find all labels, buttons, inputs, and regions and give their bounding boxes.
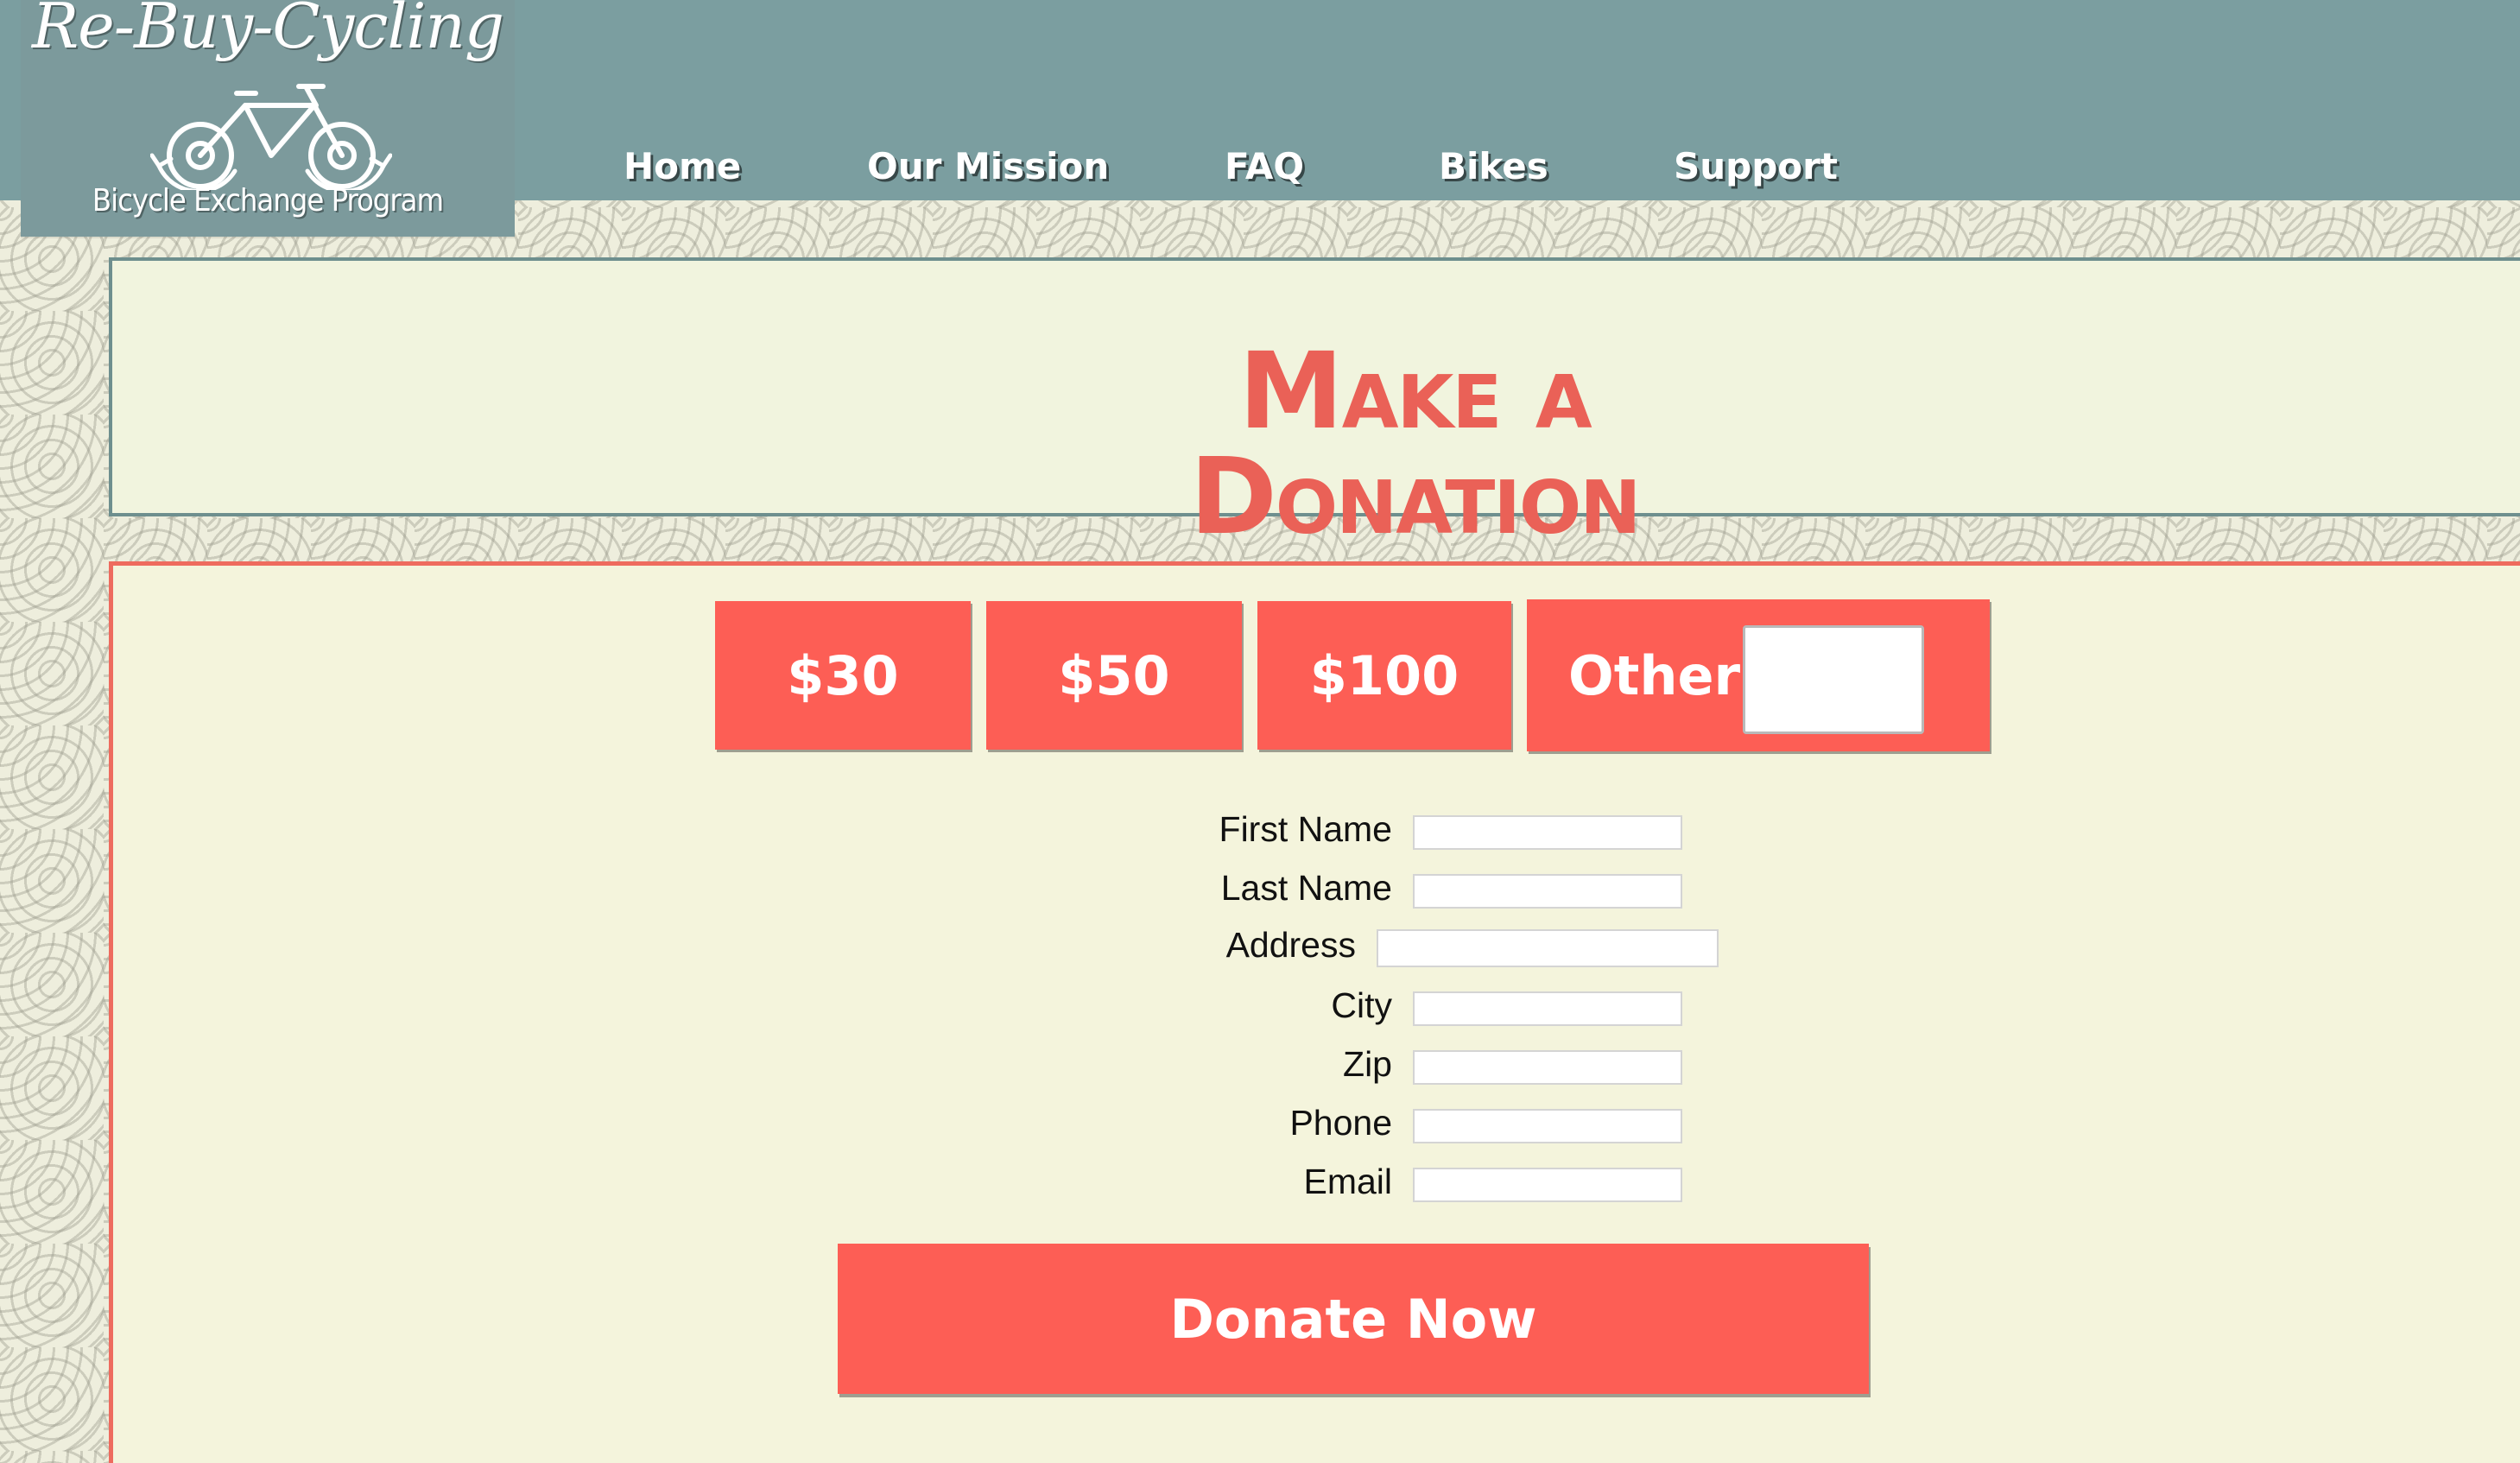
email-label: Email — [1303, 1162, 1392, 1201]
logo-subtitle: Bicycle Exchange Program — [92, 183, 444, 218]
nav-item-support[interactable]: Support — [1674, 145, 1838, 187]
first-name-label: First Name — [1219, 809, 1392, 849]
nav-item-our-mission[interactable]: Our Mission — [867, 145, 1109, 187]
amount-other-label: Other — [1568, 643, 1741, 707]
amount-50-button[interactable]: $50 — [986, 601, 1242, 750]
city-field[interactable] — [1413, 991, 1682, 1026]
amount-100-button[interactable]: $100 — [1257, 601, 1511, 750]
zip-label: Zip — [1343, 1044, 1392, 1084]
nav-item-faq[interactable]: FAQ — [1225, 145, 1304, 187]
nav-item-bikes[interactable]: Bikes — [1439, 145, 1548, 187]
phone-label: Phone — [1289, 1103, 1392, 1143]
email-field[interactable] — [1413, 1168, 1682, 1202]
bicycle-icon — [150, 84, 392, 190]
other-amount-input[interactable] — [1743, 625, 1924, 734]
site-logo[interactable]: Re-Buy-Cycling Bicycle Exchange Program — [21, 0, 515, 237]
zip-field[interactable] — [1413, 1050, 1682, 1085]
logo-script-text: Re-Buy-Cycling — [31, 0, 504, 62]
donate-now-button[interactable]: Donate Now — [838, 1244, 1869, 1394]
amount-30-button[interactable]: $30 — [715, 601, 971, 750]
last-name-field[interactable] — [1413, 874, 1682, 909]
address-label: Address — [1225, 925, 1356, 965]
title-panel: Make a Donation — [109, 257, 2520, 549]
amount-other-button[interactable]: Other — [1527, 599, 1990, 751]
phone-field[interactable] — [1413, 1109, 1682, 1143]
first-name-field[interactable] — [1413, 815, 1682, 850]
address-field[interactable] — [1377, 929, 1719, 967]
page-title: Make a Donation — [1189, 330, 1642, 558]
nav-item-home[interactable]: Home — [624, 145, 741, 187]
last-name-label: Last Name — [1220, 868, 1392, 908]
city-label: City — [1331, 985, 1392, 1025]
